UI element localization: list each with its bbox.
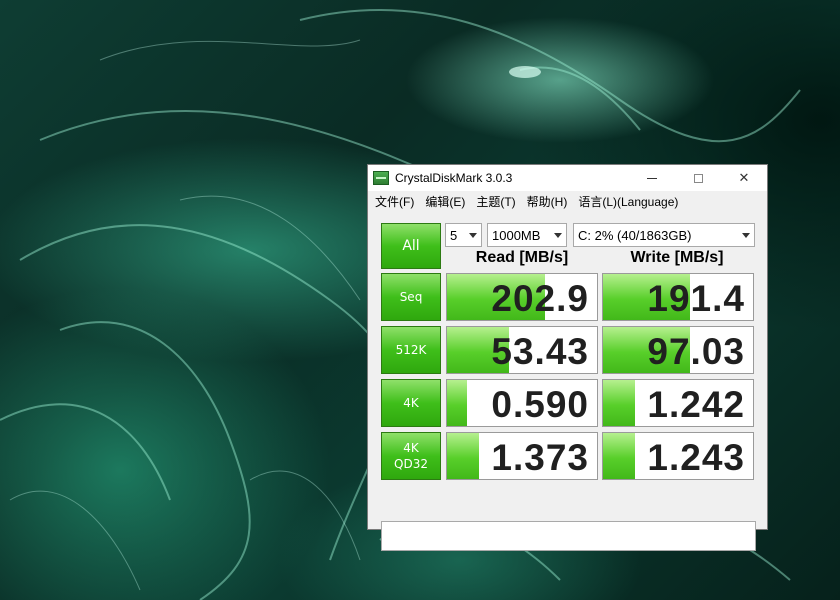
result-row-seq: Seq 202.9 191.4 — [381, 273, 756, 321]
crystaldiskmark-window: CrystalDiskMark 3.0.3 ✕ 文件(F) 编辑(E) 主题(T… — [367, 164, 768, 551]
row-label-line1: 512K — [395, 343, 427, 357]
run-4k-qd32-button[interactable]: 4K QD32 — [381, 432, 441, 480]
close-icon: ✕ — [738, 170, 750, 186]
menu-language[interactable]: 语言(L)(Language) — [574, 193, 685, 210]
write-value: 1.243 — [647, 437, 745, 478]
write-header: Write [MB/s] — [630, 249, 724, 266]
result-row-4k-qd32: 4K QD32 1.373 1.243 — [381, 432, 756, 480]
result-row-4k: 4K 0.590 1.242 — [381, 379, 756, 427]
write-result-cell: 97.03 — [602, 326, 754, 374]
menu-file[interactable]: 文件(F) — [371, 193, 421, 210]
read-value: 53.43 — [491, 331, 589, 372]
row-label-line1: 4K — [403, 441, 419, 455]
write-value: 191.4 — [647, 278, 745, 319]
test-size-value: 1000MB — [492, 227, 541, 243]
menu-help[interactable]: 帮助(H) — [523, 193, 575, 210]
chevron-down-icon — [469, 233, 477, 238]
read-bar — [447, 433, 479, 479]
test-count-value: 5 — [450, 227, 458, 243]
chevron-down-icon — [742, 233, 750, 238]
drive-select[interactable]: C: 2% (40/1863GB) — [573, 223, 755, 247]
run-4k-button[interactable]: 4K — [381, 379, 441, 427]
write-bar — [603, 433, 635, 479]
row-label-line1: 4K — [403, 396, 419, 410]
chevron-down-icon — [554, 233, 562, 238]
row-label-line1: Seq — [399, 290, 423, 304]
write-result-cell: 191.4 — [602, 273, 754, 321]
drive-value: C: 2% (40/1863GB) — [578, 227, 692, 243]
run-seq-button[interactable]: Seq — [381, 273, 441, 321]
read-result-cell: 1.373 — [446, 432, 598, 480]
close-button[interactable]: ✕ — [721, 165, 767, 191]
read-bar — [447, 380, 467, 426]
read-value: 0.590 — [491, 384, 589, 425]
result-row-512k: 512K 53.43 97.03 — [381, 326, 756, 374]
crystaldiskmark-icon — [373, 171, 389, 185]
write-result-cell: 1.243 — [602, 432, 754, 480]
menu-theme[interactable]: 主题(T) — [472, 193, 522, 210]
row-label-line2: QD32 — [394, 457, 428, 471]
write-value: 1.242 — [647, 384, 745, 425]
minimize-button[interactable] — [629, 165, 675, 191]
read-result-cell: 202.9 — [446, 273, 598, 321]
test-size-select[interactable]: 1000MB — [487, 223, 567, 247]
maximize-icon — [693, 173, 703, 183]
read-value: 1.373 — [491, 437, 589, 478]
run-all-button[interactable]: All — [381, 223, 441, 269]
read-value: 202.9 — [491, 278, 589, 319]
menu-bar: 文件(F) 编辑(E) 主题(T) 帮助(H) 语言(L)(Language) — [368, 191, 767, 211]
window-title: CrystalDiskMark 3.0.3 — [395, 171, 513, 185]
write-bar — [603, 380, 635, 426]
read-result-cell: 0.590 — [446, 379, 598, 427]
read-header: Read [MB/s] — [475, 249, 569, 266]
write-result-cell: 1.242 — [602, 379, 754, 427]
maximize-button[interactable] — [675, 165, 721, 191]
menu-edit[interactable]: 编辑(E) — [421, 193, 472, 210]
run-512k-button[interactable]: 512K — [381, 326, 441, 374]
test-count-select[interactable]: 5 — [445, 223, 482, 247]
write-value: 97.03 — [647, 331, 745, 372]
title-bar[interactable]: CrystalDiskMark 3.0.3 ✕ — [368, 165, 767, 191]
read-result-cell: 53.43 — [446, 326, 598, 374]
comment-field[interactable] — [381, 521, 756, 551]
minimize-icon — [647, 177, 657, 179]
